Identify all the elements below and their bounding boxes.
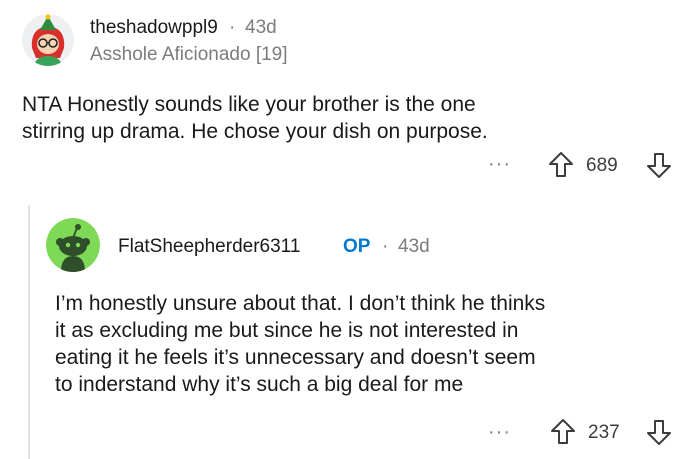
more-options-button[interactable]: ··· <box>488 421 511 444</box>
op-badge: OP <box>343 236 371 257</box>
comment-line: stirring up drama. He chose your dish on… <box>22 120 488 143</box>
comment-line: I’m honestly unsure about that. I don’t … <box>55 292 546 315</box>
snoo-avatar-green-icon <box>46 218 100 272</box>
user-flair: Asshole Aficionado [19] <box>90 44 288 65</box>
thread-line[interactable] <box>28 205 30 459</box>
snoo-avatar-red-hair-icon <box>22 14 74 66</box>
separator-dot: · <box>382 236 389 257</box>
comment-line: NTA Honestly sounds like your brother is… <box>22 93 476 116</box>
comment-body: NTA Honestly sounds like your brother is… <box>22 91 682 145</box>
upvote-icon[interactable] <box>550 418 576 446</box>
more-options-button[interactable]: ··· <box>488 153 511 176</box>
vote-count: 237 <box>588 422 620 443</box>
comment-age[interactable]: 43d <box>245 17 277 39</box>
comment-line: it as excluding me but since he is not i… <box>55 319 519 342</box>
separator-dot: · <box>229 17 236 38</box>
username[interactable]: FlatSheepherder6311 <box>118 236 300 258</box>
comment-line: eating it he feels it’s unnecessary and … <box>55 346 536 369</box>
downvote-icon[interactable] <box>646 151 672 179</box>
avatar[interactable] <box>22 14 74 66</box>
comment-line: to inderstand why it’s such a big deal f… <box>55 373 464 396</box>
comment-age[interactable]: 43d <box>398 236 430 258</box>
vote-count: 689 <box>586 155 618 176</box>
downvote-icon[interactable] <box>646 418 672 446</box>
username[interactable]: theshadowppl9 <box>90 17 218 39</box>
avatar[interactable] <box>46 218 100 272</box>
comment-body: I’m honestly unsure about that. I don’t … <box>55 290 685 398</box>
upvote-icon[interactable] <box>548 151 574 179</box>
